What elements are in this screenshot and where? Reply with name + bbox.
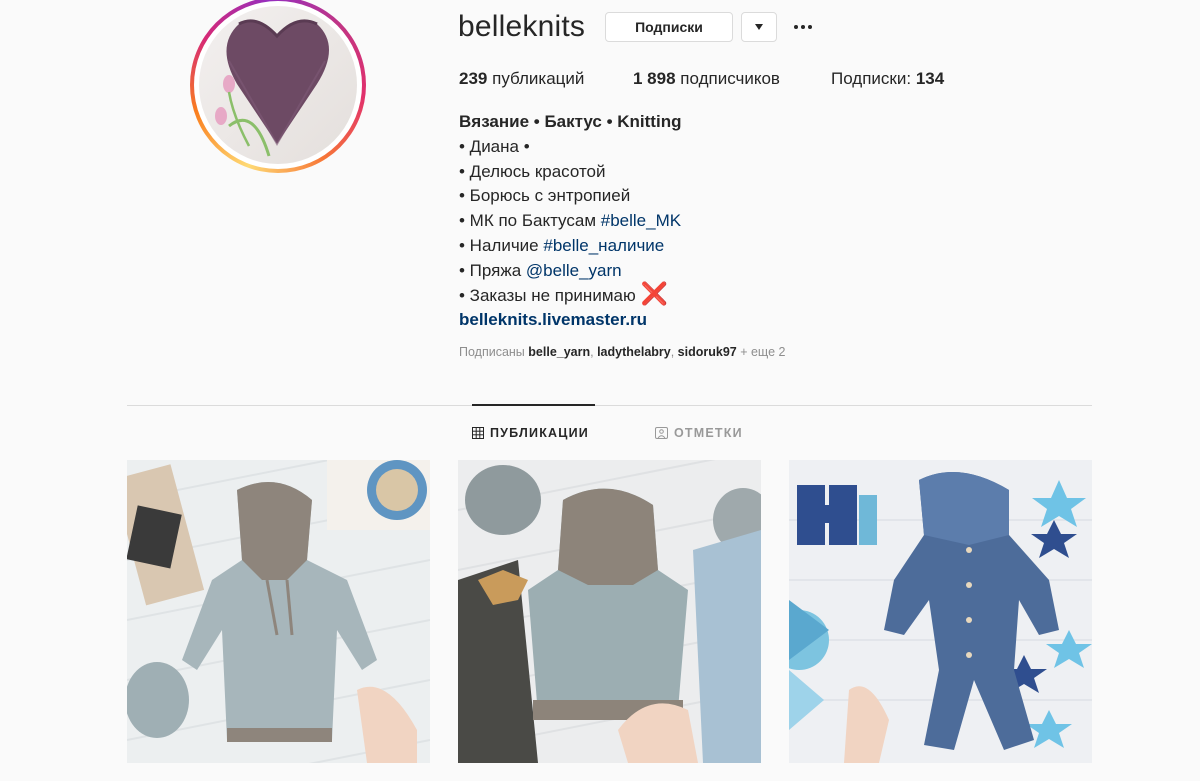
more-options-button[interactable] (790, 14, 816, 40)
bio-line: • Делюсь красотой (459, 161, 606, 181)
bio-line: • Наличие #belle_наличие (459, 234, 681, 259)
avatar-image (199, 6, 357, 164)
posts-label: публикаций (492, 69, 585, 88)
follower-username: ladythelabry (597, 345, 671, 359)
grid-icon (472, 427, 484, 439)
bio-title: Вязание • Бактус • Knitting (459, 112, 682, 131)
following-count: 134 (915, 69, 945, 88)
bio-line: • Борюсь с энтропией (459, 186, 631, 206)
cross-mark-icon: ❌ (640, 280, 668, 306)
tab-posts-label: ПУБЛИКАЦИИ (490, 426, 589, 440)
profile-avatar[interactable] (190, 0, 366, 173)
tabs-divider (127, 405, 1092, 406)
bio-line: • Заказы не принимаю ❌ (459, 280, 681, 309)
more-dots-icon (794, 25, 798, 29)
more-dot (801, 25, 805, 29)
tab-tagged[interactable]: ОТМЕТКИ (655, 426, 743, 440)
bio-line: • Диана • (459, 136, 530, 156)
post-thumbnail[interactable] (789, 460, 1092, 763)
more-dot (808, 25, 812, 29)
followed-by-prefix: Подписаны (459, 345, 529, 359)
separator: , (670, 345, 678, 359)
bio-text: • Заказы не принимаю (459, 285, 641, 305)
post-thumbnail[interactable] (458, 460, 761, 763)
bio-text: • Пряжа (459, 260, 526, 280)
following-stat[interactable]: Подписки: 134 (831, 69, 944, 89)
website-link[interactable]: belleknits.livemaster.ru (459, 310, 647, 329)
post-thumbnail[interactable] (127, 460, 430, 763)
tab-posts[interactable]: ПУБЛИКАЦИИ (472, 426, 589, 440)
mention-link[interactable]: @belle_yarn (526, 261, 622, 280)
tab-tagged-label: ОТМЕТКИ (674, 426, 743, 440)
caret-down-icon (755, 24, 763, 30)
tagged-person-icon (655, 427, 668, 439)
followers-label: подписчиков (680, 69, 780, 88)
profile-bio: Вязание • Бактус • Knitting • Диана • • … (459, 110, 681, 333)
followers-count: 1 898 (633, 69, 676, 88)
posts-count: 239 (459, 69, 488, 88)
profile-username: belleknits (458, 10, 586, 43)
follower-username: sidoruk97 (677, 345, 737, 359)
followed-by-suffix: + еще 2 (736, 345, 786, 359)
avatar-frame (194, 1, 362, 169)
followers-stat[interactable]: 1 898 подписчиков (633, 69, 780, 89)
bio-text: • Наличие (459, 235, 544, 255)
following-label: Подписки: (831, 69, 912, 88)
posts-count-stat: 239 публикаций (459, 69, 584, 89)
follower-username: belle_yarn (528, 345, 591, 359)
hashtag-link[interactable]: #belle_MK (601, 211, 681, 230)
active-tab-indicator (472, 404, 595, 406)
followed-by[interactable]: Подписаны belle_yarn, ladythelabry, sido… (459, 345, 785, 359)
bio-line: • МК по Бактусам #belle_MK (459, 209, 681, 234)
hashtag-link[interactable]: #belle_наличие (543, 236, 664, 255)
following-button[interactable]: Подписки (605, 12, 733, 42)
bio-text: • МК по Бактусам (459, 211, 601, 231)
suggestions-dropdown-button[interactable] (741, 12, 777, 42)
